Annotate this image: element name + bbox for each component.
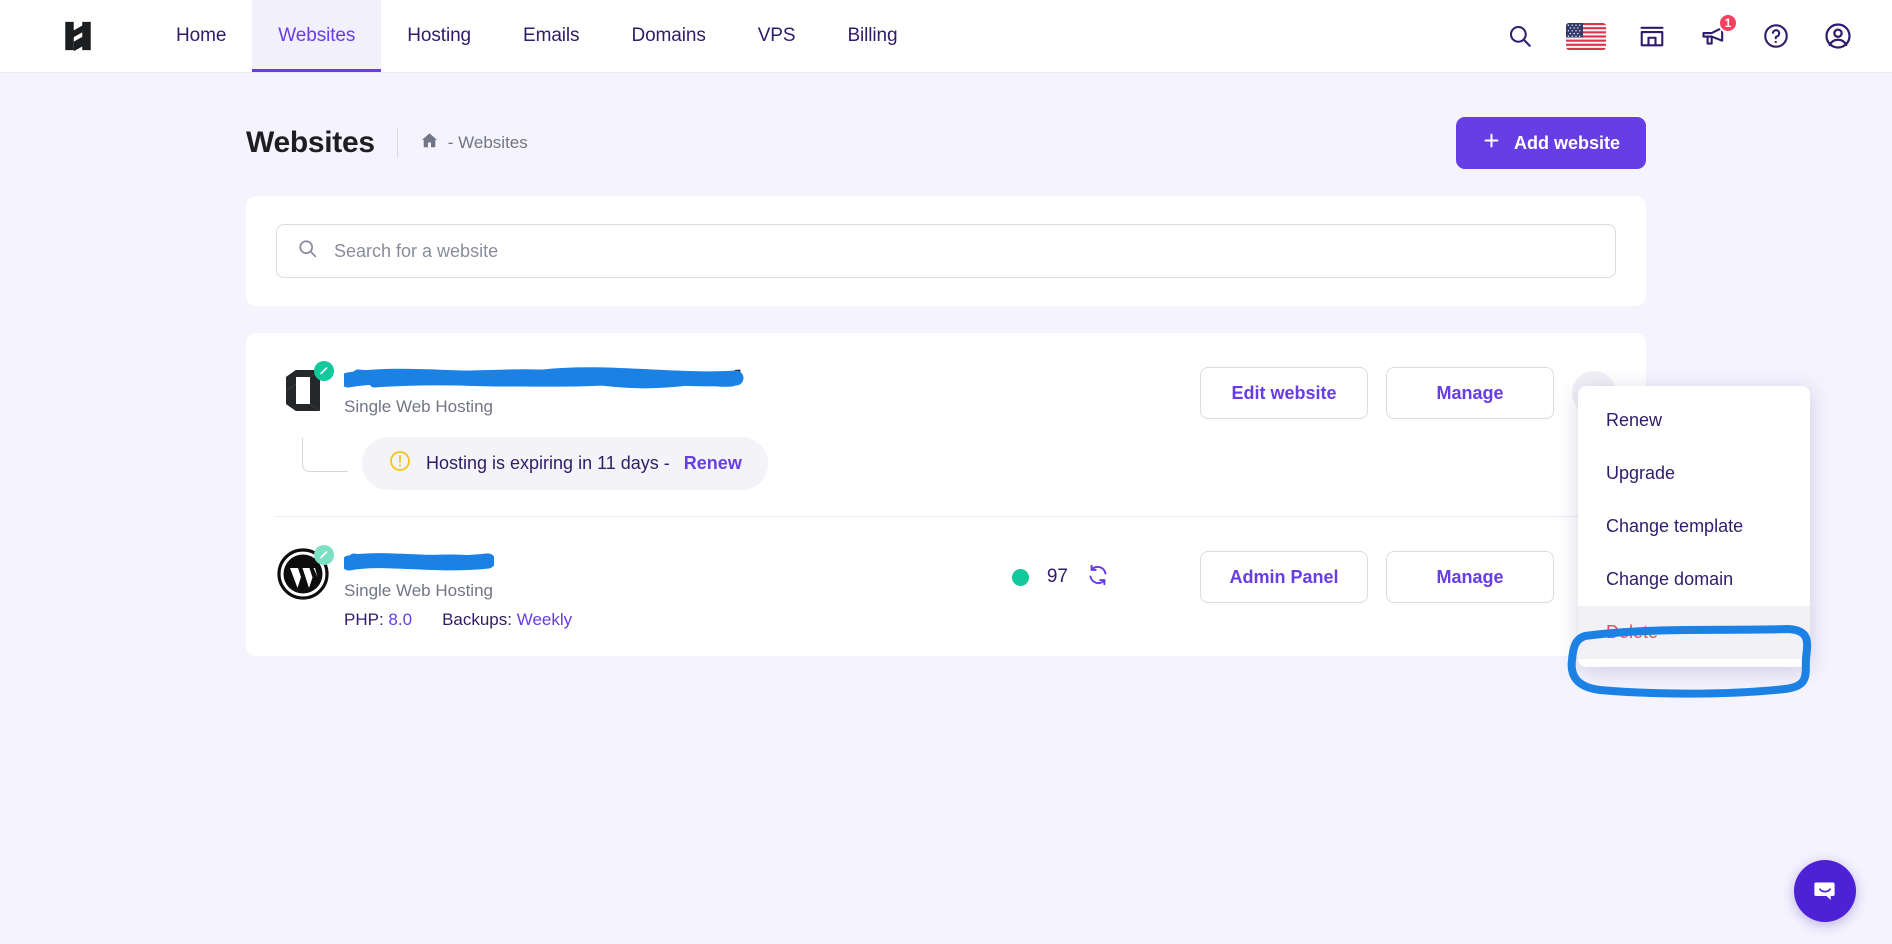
website-list-card: Single Web Hosting Edit website Manage H…	[246, 333, 1646, 656]
website-plan: Single Web Hosting	[344, 581, 493, 600]
menu-item-delete[interactable]: Delete	[1578, 606, 1810, 659]
us-flag-icon[interactable]	[1566, 22, 1606, 50]
refresh-icon[interactable]	[1086, 563, 1110, 592]
nav-label: Websites	[278, 25, 356, 46]
wordpress-icon	[276, 545, 334, 603]
nav-item-billing[interactable]: Billing	[821, 0, 923, 72]
menu-item-renew[interactable]: Renew	[1578, 394, 1810, 447]
website-plan: Single Web Hosting	[344, 397, 493, 416]
warning-icon	[388, 449, 412, 478]
hosting-cube-icon	[276, 361, 334, 419]
nav-links: Home Websites Hosting Emails Domains VPS…	[150, 0, 923, 72]
admin-panel-button[interactable]: Admin Panel	[1200, 551, 1368, 603]
page-header: Websites - Websites Add website	[246, 73, 1646, 169]
website-domain[interactable]	[344, 551, 572, 573]
row-actions: Edit website Manage	[1200, 363, 1616, 419]
context-menu: Renew Upgrade Change template Change dom…	[1578, 386, 1810, 667]
chat-bubble-icon[interactable]	[1794, 860, 1856, 922]
redacted-domain	[344, 551, 494, 573]
status-dot-online	[314, 545, 334, 565]
edit-website-button[interactable]: Edit website	[1200, 367, 1368, 419]
search-icon[interactable]	[1504, 20, 1536, 52]
nav-icon-group: 1	[1504, 0, 1854, 72]
php-value[interactable]: 8.0	[388, 610, 412, 629]
score-status-dot	[1011, 568, 1029, 586]
nav-item-home[interactable]: Home	[150, 0, 252, 72]
redacted-domain	[344, 367, 744, 389]
expiry-notice-text: Hosting is expiring in 11 days -	[426, 453, 670, 473]
nav-item-domains[interactable]: Domains	[605, 0, 731, 72]
menu-item-change-domain[interactable]: Change domain	[1578, 553, 1810, 606]
breadcrumb: - Websites	[420, 131, 528, 155]
add-website-button[interactable]: Add website	[1455, 117, 1646, 169]
tree-connector	[302, 437, 348, 472]
website-row: Single Web Hosting Edit website Manage H…	[276, 333, 1616, 516]
menu-item-upgrade[interactable]: Upgrade	[1578, 447, 1810, 500]
php-meta: PHP: 8.0	[344, 610, 412, 630]
nav-label: Domains	[631, 25, 706, 46]
website-row: Single Web Hosting PHP: 8.0 Backups: Wee…	[276, 516, 1616, 656]
search-input[interactable]	[334, 240, 1595, 262]
nav-label: VPS	[757, 25, 796, 46]
expiry-notice: Hosting is expiring in 11 days - Renew	[362, 437, 768, 490]
plus-icon	[1482, 131, 1501, 155]
search-box[interactable]	[276, 224, 1616, 278]
score-value: 97	[1046, 566, 1068, 587]
status-dot-online	[314, 361, 334, 381]
nav-label: Emails	[523, 25, 580, 46]
menu-item-change-template[interactable]: Change template	[1578, 500, 1810, 553]
account-icon[interactable]	[1822, 20, 1854, 52]
performance-score: 97	[1011, 563, 1110, 592]
manage-button[interactable]: Manage	[1386, 551, 1554, 603]
row-actions: 97 Admin Panel Manage	[1011, 547, 1616, 603]
main-content: Single Web Hosting Edit website Manage	[246, 196, 1646, 656]
nav-item-websites[interactable]: Websites	[252, 0, 382, 72]
website-meta: PHP: 8.0 Backups: Weekly	[344, 610, 572, 630]
search-card	[246, 196, 1646, 306]
nav-label: Home	[176, 25, 227, 46]
store-icon[interactable]	[1636, 20, 1668, 52]
backups-meta: Backups: Weekly	[442, 610, 572, 630]
nav-item-vps[interactable]: VPS	[732, 0, 822, 72]
megaphone-icon[interactable]: 1	[1698, 13, 1738, 52]
renew-link[interactable]: Renew	[684, 453, 742, 474]
expiry-notice-line: Hosting is expiring in 11 days - Renew	[276, 437, 1616, 490]
nav-label: Hosting	[407, 25, 472, 46]
notification-badge: 1	[1718, 13, 1738, 33]
backups-label: Backups:	[442, 610, 512, 629]
top-navigation-bar: Home Websites Hosting Emails Domains VPS…	[0, 0, 1892, 73]
home-icon[interactable]	[420, 131, 439, 155]
add-website-label: Add website	[1513, 132, 1620, 153]
breadcrumb-text: - Websites	[447, 133, 528, 152]
nav-item-emails[interactable]: Emails	[497, 0, 605, 72]
search-icon	[297, 238, 318, 264]
php-label: PHP:	[344, 610, 384, 629]
nav-item-hosting[interactable]: Hosting	[381, 0, 497, 72]
hostinger-logo[interactable]	[48, 0, 108, 72]
manage-button[interactable]: Manage	[1386, 367, 1554, 419]
help-icon[interactable]	[1760, 20, 1792, 52]
backups-value[interactable]: Weekly	[517, 610, 572, 629]
website-domain[interactable]	[344, 367, 744, 389]
page-title: Websites	[246, 126, 375, 159]
breadcrumb-divider	[396, 128, 398, 158]
nav-label: Billing	[847, 25, 898, 46]
